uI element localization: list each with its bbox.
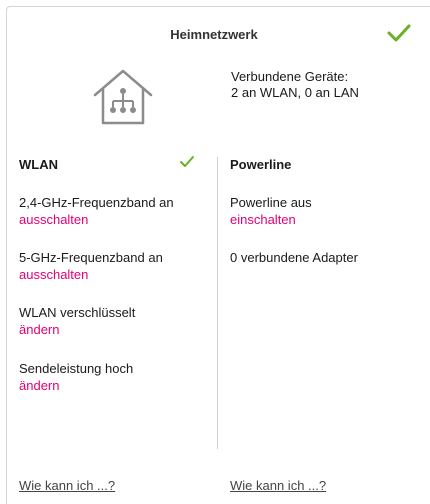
wlan-encryption-change-link[interactable]: ändern	[19, 321, 219, 338]
card-title: Heimnetzwerk	[170, 27, 258, 42]
wlan-24ghz-status: 2,4-GHz-Frequenzband an	[19, 195, 174, 210]
devices-count: 2 an WLAN, 0 an LAN	[231, 85, 359, 100]
wlan-item-encryption: WLAN verschlüsselt ändern	[19, 304, 219, 338]
wlan-item-5ghz: 5-GHz-Frequenzband an ausschalten	[19, 249, 219, 283]
checkmark-icon	[387, 24, 411, 42]
powerline-adapters: 0 verbundene Adapter	[230, 250, 358, 265]
wlan-checkmark-icon	[180, 156, 194, 167]
wlan-power-status: Sendeleistung hoch	[19, 361, 134, 376]
wlan-power-change-link[interactable]: ändern	[19, 377, 219, 394]
wlan-encryption-status: WLAN verschlüsselt	[19, 305, 136, 320]
wlan-item-24ghz: 2,4-GHz-Frequenzband an ausschalten	[19, 194, 219, 228]
powerline-item-state: Powerline aus einschalten	[230, 194, 430, 228]
powerline-enable-link[interactable]: einschalten	[230, 211, 430, 228]
home-network-icon	[93, 69, 153, 125]
home-network-card: Heimnetzwerk Verbundene Geräte: 2 an WLA…	[6, 6, 430, 504]
powerline-section: Powerline Powerline aus einschalten 0 ve…	[230, 157, 420, 265]
wlan-24ghz-toggle-link[interactable]: ausschalten	[19, 211, 219, 228]
connected-devices-summary: Verbundene Geräte: 2 an WLAN, 0 an LAN	[231, 69, 359, 101]
devices-label: Verbundene Geräte:	[231, 69, 349, 84]
powerline-heading: Powerline	[230, 157, 292, 172]
wlan-5ghz-status: 5-GHz-Frequenzband an	[19, 250, 163, 265]
wlan-5ghz-toggle-link[interactable]: ausschalten	[19, 266, 219, 283]
wlan-item-power: Sendeleistung hoch ändern	[19, 360, 219, 394]
column-divider	[217, 157, 218, 449]
powerline-status: Powerline aus	[230, 195, 312, 210]
powerline-help-link[interactable]: Wie kann ich ...?	[230, 478, 326, 493]
wlan-help-link[interactable]: Wie kann ich ...?	[19, 478, 115, 493]
